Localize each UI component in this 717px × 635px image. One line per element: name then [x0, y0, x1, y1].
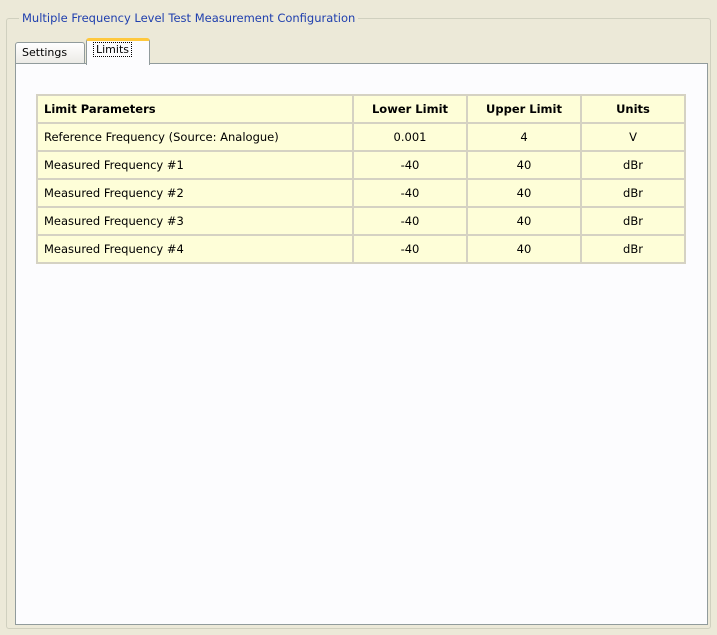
units-cell: dBr: [580, 206, 686, 236]
upper-limit-cell[interactable]: 4: [466, 122, 582, 152]
column-header-lower-limit[interactable]: Lower Limit: [352, 94, 468, 124]
table-row: Measured Frequency #3 -40 40 dBr: [36, 206, 686, 236]
table-row: Measured Frequency #2 -40 40 dBr: [36, 178, 686, 208]
group-title: Multiple Frequency Level Test Measuremen…: [19, 11, 359, 25]
tab-settings[interactable]: Settings: [15, 42, 85, 63]
limits-tab-panel: Limit Parameters Lower Limit Upper Limit…: [15, 63, 708, 625]
lower-limit-cell[interactable]: -40: [352, 234, 468, 264]
upper-limit-cell[interactable]: 40: [466, 206, 582, 236]
lower-limit-cell[interactable]: -40: [352, 206, 468, 236]
table-row: Measured Frequency #4 -40 40 dBr: [36, 234, 686, 264]
upper-limit-cell[interactable]: 40: [466, 234, 582, 264]
upper-limit-cell[interactable]: 40: [466, 150, 582, 180]
lower-limit-cell[interactable]: -40: [352, 150, 468, 180]
column-header-units[interactable]: Units: [580, 94, 686, 124]
upper-limit-cell[interactable]: 40: [466, 178, 582, 208]
table-header-row: Limit Parameters Lower Limit Upper Limit…: [36, 94, 686, 124]
parameter-name-cell: Measured Frequency #3: [36, 206, 354, 236]
tab-settings-label: Settings: [22, 46, 68, 59]
tab-limits-label: Limits: [93, 42, 132, 57]
tab-limits[interactable]: Limits: [86, 38, 150, 65]
limits-table: Limit Parameters Lower Limit Upper Limit…: [36, 94, 686, 264]
units-cell: dBr: [580, 178, 686, 208]
table-row: Measured Frequency #1 -40 40 dBr: [36, 150, 686, 180]
parameter-name-cell: Reference Frequency (Source: Analogue): [36, 122, 354, 152]
table-row: Reference Frequency (Source: Analogue) 0…: [36, 122, 686, 152]
parameter-name-cell: Measured Frequency #4: [36, 234, 354, 264]
units-cell: V: [580, 122, 686, 152]
lower-limit-cell[interactable]: -40: [352, 178, 468, 208]
parameter-name-cell: Measured Frequency #2: [36, 178, 354, 208]
column-header-upper-limit[interactable]: Upper Limit: [466, 94, 582, 124]
units-cell: dBr: [580, 234, 686, 264]
parameter-name-cell: Measured Frequency #1: [36, 150, 354, 180]
lower-limit-cell[interactable]: 0.001: [352, 122, 468, 152]
units-cell: dBr: [580, 150, 686, 180]
column-header-limit-parameters[interactable]: Limit Parameters: [36, 94, 354, 124]
